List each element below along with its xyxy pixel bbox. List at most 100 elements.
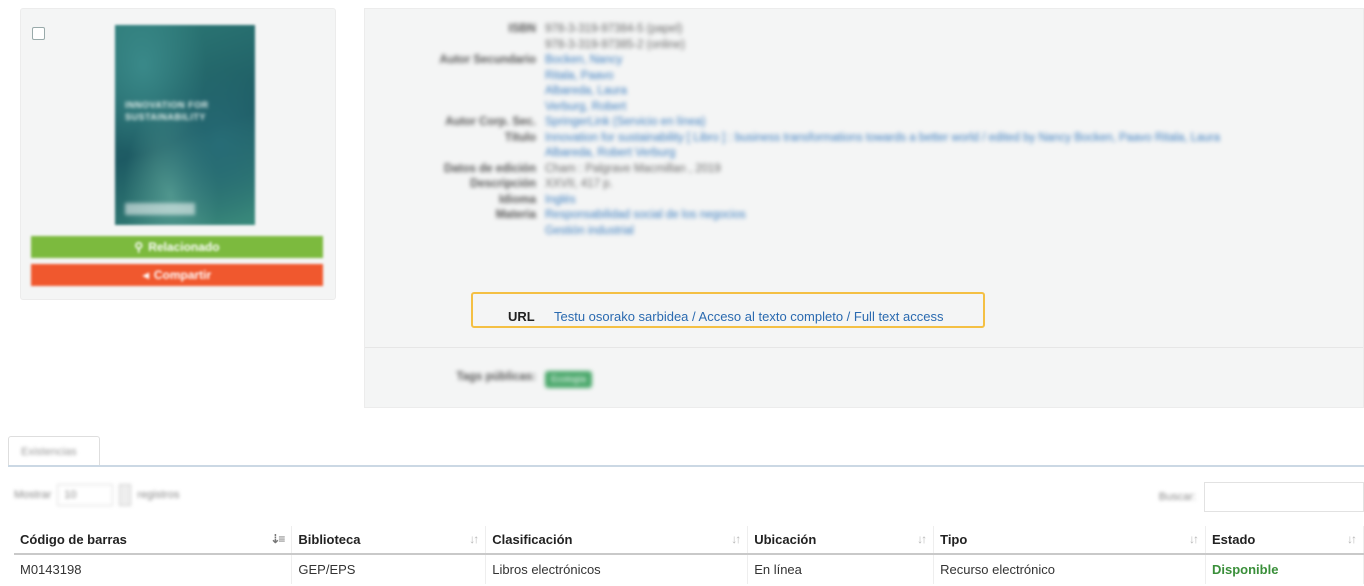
cover-title: Innovation for Sustainability	[125, 100, 209, 122]
field-value: 978-3-319-97385-2 (online)	[545, 38, 686, 51]
search-label: Buscar:	[1158, 491, 1196, 503]
related-button-label: Relacionado	[148, 240, 220, 254]
field-row: Idioma Inglés	[365, 194, 576, 207]
table-cell: M0143198	[14, 554, 293, 584]
sort-icon[interactable]: ↓↑	[1189, 532, 1199, 546]
field-value[interactable]: Verburg, Robert	[545, 101, 626, 114]
public-tags-label: Tags públicas:	[456, 371, 536, 383]
share-button-label: Compartir	[153, 268, 212, 282]
search-icon: ⚲	[134, 240, 144, 254]
field-label: Autor Secundario	[439, 54, 536, 66]
holdings-body: M0143198 GEP/EPS Libros electrónicos En lín…	[14, 554, 1364, 584]
details-panel: ISBN 978-3-319-97384-5 (papel) 978-3-319-9…	[364, 8, 1364, 408]
field-label	[365, 39, 545, 52]
records-label: registros	[137, 489, 180, 501]
field-row: ISBN 978-3-319-97384-5 (papel)	[365, 23, 683, 36]
field-value[interactable]: Gestión industrial	[545, 225, 634, 238]
column-header[interactable]: Clasificación ↓↑	[485, 526, 749, 555]
sort-icon[interactable]: ↓↑	[917, 532, 927, 546]
column-header[interactable]: Tipo ↓↑	[933, 526, 1206, 555]
field-row: Autor Secundario Bocken, Nancy	[365, 54, 623, 67]
public-tags-row: Tags públicas: Ecología	[365, 371, 593, 388]
show-label: Mostrar	[14, 489, 52, 501]
field-label: Datos de edición	[443, 162, 536, 175]
sort-icon[interactable]: ↓↑	[469, 532, 479, 546]
field-value[interactable]: Albareda, Laura	[545, 85, 627, 98]
field-row: Verburg, Robert	[365, 101, 626, 114]
book-cover-image: Innovation for Sustainability	[115, 25, 255, 225]
table-search: Buscar:	[1159, 482, 1364, 512]
field-label	[365, 101, 545, 114]
column-header-label: Tipo	[940, 532, 968, 547]
column-header-label: Código de barras	[20, 532, 127, 547]
url-label: URL	[508, 309, 535, 324]
page-length-stepper[interactable]	[119, 484, 132, 506]
field-row: Ritala, Paavo	[365, 70, 613, 83]
field-row: Descripción XXVII, 417 p.	[365, 178, 613, 191]
field-label: Materia	[495, 209, 536, 221]
select-record-checkbox[interactable]	[32, 27, 45, 40]
sort-icon[interactable]: ⇣≡	[270, 532, 285, 546]
related-button[interactable]: ⚲ Relacionado	[31, 236, 323, 258]
field-value: XXVII, 417 p.	[545, 178, 613, 190]
field-row: Albareda, Laura	[365, 85, 627, 98]
field-row: 978-3-319-97385-2 (online)	[365, 39, 685, 52]
field-label: ISBN	[508, 23, 536, 35]
tab-holdings[interactable]: Existencias	[8, 436, 100, 466]
field-row: Autor Corp. Sec. SpringerLink (Servicio e…	[365, 116, 705, 129]
field-label: Autor Corp. Sec.	[445, 116, 536, 128]
table-cell: Recurso electrónico	[933, 554, 1206, 584]
field-label	[365, 147, 545, 160]
status-badge: Disponible	[1205, 554, 1364, 584]
field-value[interactable]: Albareda, Robert Verburg	[545, 147, 675, 160]
field-label: Título	[504, 131, 536, 144]
tag-badge[interactable]: Ecología	[545, 371, 593, 388]
table-cell: GEP/EPS	[291, 554, 487, 584]
share-button[interactable]: ◂ Compartir	[31, 264, 323, 286]
table-row: M0143198 GEP/EPS Libros electrónicos En lín…	[14, 554, 1364, 584]
table-cell: Libros electrónicos	[485, 554, 749, 584]
holdings-header-row: Código de barras ⇣≡ Biblioteca ↓↑ Clasificac…	[14, 526, 1364, 555]
tab-divider	[8, 465, 1364, 467]
column-header[interactable]: Código de barras ⇣≡	[14, 526, 293, 555]
holdings-table: Código de barras ⇣≡ Biblioteca ↓↑ Clasificac…	[14, 526, 1364, 584]
cover-publisher-strip	[125, 203, 195, 215]
field-value[interactable]: SpringerLink (Servicio en línea)	[545, 116, 705, 129]
table-cell: En línea	[747, 554, 935, 584]
field-row: Datos de edición Cham : Palgrave Macmilla…	[365, 163, 721, 176]
column-header-label: Ubicación	[754, 532, 817, 547]
field-value[interactable]: Ritala, Paavo	[545, 70, 613, 83]
page-length-value: 10	[64, 489, 77, 501]
field-label: Idioma	[498, 193, 536, 206]
field-label: Descripción	[470, 178, 536, 190]
field-value[interactable]: Responsabilidad social de los negocios	[545, 209, 746, 222]
record-page: Innovation for Sustainability ⚲ Relacion…	[0, 0, 1364, 586]
field-value[interactable]: Bocken, Nancy	[545, 54, 622, 67]
sort-icon[interactable]: ↓↑	[731, 532, 741, 546]
field-row: Gestión industrial	[365, 225, 634, 238]
page-length-control: Mostrar 10 registros	[14, 484, 179, 506]
cover-panel: Innovation for Sustainability ⚲ Relacion…	[20, 8, 336, 300]
share-icon: ◂	[142, 268, 149, 282]
field-value[interactable]: Inglés	[545, 194, 576, 207]
field-row: Materia Responsabilidad social de los neg…	[365, 209, 746, 222]
column-header-label: Estado	[1211, 532, 1256, 547]
field-row: Albareda, Robert Verburg	[365, 147, 675, 160]
details-divider	[365, 347, 1363, 348]
field-value[interactable]: Innovation for sustainability [ Libro ] …	[545, 132, 1220, 145]
field-label	[365, 70, 545, 83]
column-header-label: Biblioteca	[298, 532, 361, 547]
field-value: Cham : Palgrave Macmillan , 2019	[545, 162, 721, 175]
column-header[interactable]: Estado ↓↑	[1205, 526, 1364, 555]
tab-holdings-label: Existencias	[21, 446, 77, 458]
page-length-select[interactable]: 10	[57, 484, 114, 506]
field-value: 978-3-319-97384-5 (papel)	[545, 23, 683, 35]
full-text-access-link[interactable]: Testu osorako sarbidea / Acceso al texto…	[554, 309, 943, 324]
column-header[interactable]: Biblioteca ↓↑	[291, 526, 487, 555]
search-input[interactable]	[1204, 482, 1364, 512]
column-header[interactable]: Ubicación ↓↑	[747, 526, 935, 555]
field-label	[365, 225, 545, 238]
sort-icon[interactable]: ↓↑	[1347, 532, 1357, 546]
field-row: Título Innovation for sustainability [ Li…	[365, 132, 1220, 145]
column-header-label: Clasificación	[492, 532, 573, 547]
